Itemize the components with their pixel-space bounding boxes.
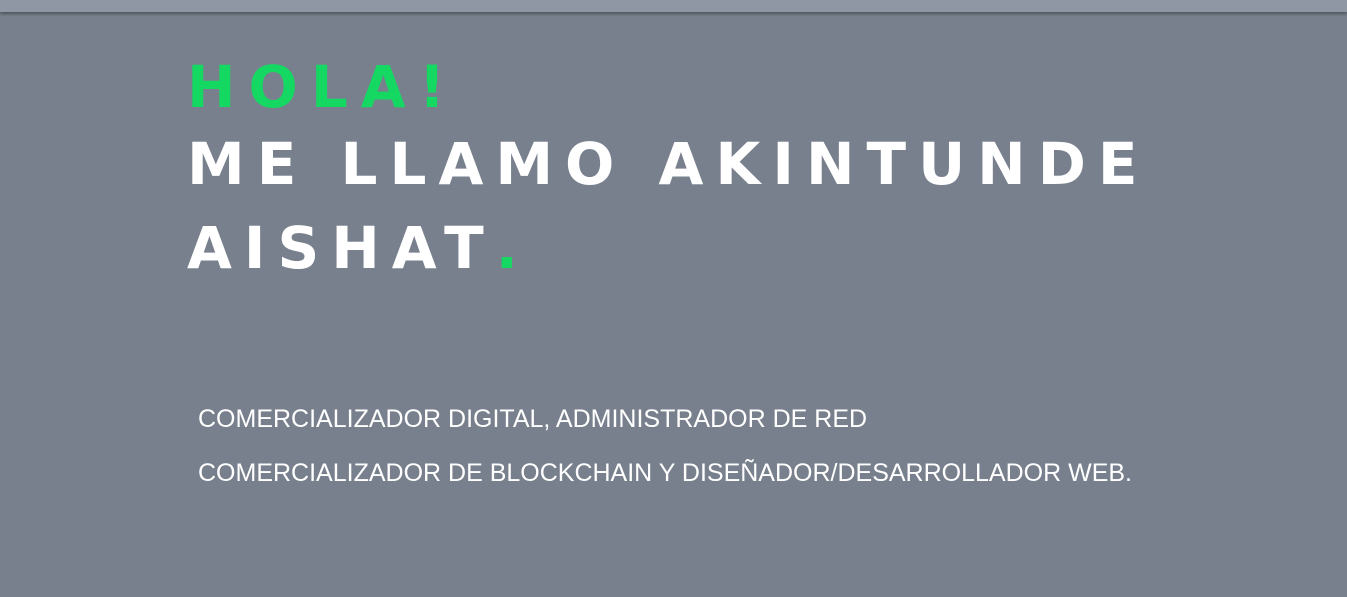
name-line-1: ME LLAMO AKINTUNDE [187,130,1150,198]
description-section: COMERCIALIZADOR DIGITAL, ADMINISTRADOR D… [198,392,1298,500]
greeting-heading: HOLA! [187,53,459,121]
description-line-2: COMERCIALIZADOR DE BLOCKCHAIN Y DISEÑADO… [198,459,1132,487]
name-line-2: AISHAT [187,214,496,282]
top-bar [0,0,1347,12]
description-line-1: COMERCIALIZADOR DIGITAL, ADMINISTRADOR D… [198,405,868,433]
name-heading: ME LLAMO AKINTUNDE AISHAT. [187,122,1187,290]
accent-dot: . [495,214,518,282]
hero-section: HOLA! ME LLAMO AKINTUNDE AISHAT. [187,52,1287,290]
